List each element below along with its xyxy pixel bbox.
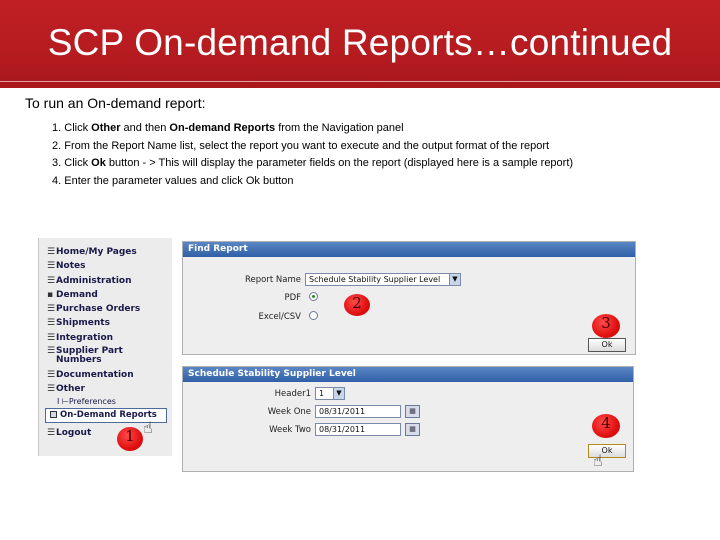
nav-item-demand[interactable]: ▪ Demand xyxy=(47,290,98,300)
nav-label: Logout xyxy=(56,428,92,438)
step-text: Enter the parameter values and click Ok … xyxy=(64,174,294,187)
nav-item-notes[interactable]: ☰Notes xyxy=(47,261,85,271)
report-icon xyxy=(50,411,57,418)
step-emphasis: Ok xyxy=(91,157,106,170)
menu-icon: ☰ xyxy=(47,318,56,328)
nav-label: Notes xyxy=(56,261,86,271)
step-2: 2. From the Report Name list, select the… xyxy=(52,138,573,156)
excel-csv-label: Excel/CSV xyxy=(258,312,301,322)
nav-item-logout[interactable]: ☰Logout xyxy=(47,428,91,438)
schedule-header: Schedule Stability Supplier Level xyxy=(183,367,633,382)
nav-item-other[interactable]: ☰Other xyxy=(47,384,85,394)
nav-label: Demand xyxy=(56,290,98,300)
step-emphasis: Other xyxy=(91,122,121,134)
menu-icon: ☰ xyxy=(47,276,56,286)
marker-number: 4 xyxy=(601,414,611,432)
step-number: 2. xyxy=(52,139,62,152)
calendar-icon[interactable]: ▦ xyxy=(405,405,420,418)
nav-label: Documentation xyxy=(56,370,134,380)
steps-list: 1. Click Other and then On-demand Report… xyxy=(52,120,573,190)
week-one-input[interactable]: 08/31/2011 xyxy=(315,405,401,418)
step-text: button - > This will display the paramet… xyxy=(105,157,574,170)
chevron-down-icon: ▼ xyxy=(333,388,344,399)
slide-title: SCP On-demand Reports…continued xyxy=(47,22,673,63)
marker-number: 2 xyxy=(352,294,362,312)
menu-icon: ☰ xyxy=(47,370,56,380)
step-marker-4: 4 xyxy=(592,414,620,438)
nav-item-shipments[interactable]: ☰Shipments xyxy=(47,318,110,328)
nav-item-purchase-orders[interactable]: ☰Purchase Orders xyxy=(47,304,140,314)
menu-icon: ☰ xyxy=(47,428,56,438)
step-marker-1: 1 xyxy=(117,427,143,451)
leaf-icon: ▪ xyxy=(47,290,54,300)
nav-label: Home/My Pages xyxy=(56,247,137,257)
marker-number: 1 xyxy=(125,427,135,445)
nav-label-line2: Numbers xyxy=(56,355,102,365)
nav-item-preferences[interactable]: I ⊢Preferences xyxy=(57,397,116,406)
find-report-header: Find Report xyxy=(183,242,635,257)
pdf-label: PDF xyxy=(284,293,301,303)
report-name-label: Report Name xyxy=(245,275,301,285)
step-1: 1. Click Other and then On-demand Report… xyxy=(52,120,573,138)
nav-label: Administration xyxy=(56,276,132,286)
step-text: From the Report Name list, select the re… xyxy=(64,139,550,152)
step-4: 4. Enter the parameter values and click … xyxy=(52,173,573,191)
step-text: from the Navigation panel xyxy=(275,122,404,134)
week-one-label: Week One xyxy=(267,407,311,417)
nav-label: Integration xyxy=(56,333,114,343)
banner-rule xyxy=(0,81,720,82)
menu-icon: ☰ xyxy=(47,247,56,257)
header1-select[interactable]: 1 ▼ xyxy=(315,387,345,400)
step-marker-3: 3 xyxy=(592,314,620,338)
nav-item-administration[interactable]: ☰Administration xyxy=(47,276,132,286)
intro-text: To run an On-demand report: xyxy=(25,95,206,111)
step-marker-2: 2 xyxy=(344,294,370,316)
week-two-label: Week Two xyxy=(269,425,311,435)
week-two-input[interactable]: 08/31/2011 xyxy=(315,423,401,436)
report-name-select[interactable]: Schedule Stability Supplier Level ▼ xyxy=(305,273,461,286)
step-3: 3. Click Ok button - > This will display… xyxy=(52,155,573,173)
step-text: Click xyxy=(64,157,92,170)
header1-value: 1 xyxy=(319,389,325,398)
menu-icon: ☰ xyxy=(47,304,56,314)
hand-pointer-icon: ☝ xyxy=(143,418,153,437)
pdf-radio[interactable] xyxy=(309,292,318,301)
menu-icon: ☰ xyxy=(47,333,56,343)
chevron-down-icon: ▼ xyxy=(449,274,460,285)
nav-label: Shipments xyxy=(56,318,110,328)
nav-item-documentation[interactable]: ☰Documentation xyxy=(47,370,134,380)
report-name-value: Schedule Stability Supplier Level xyxy=(309,275,441,284)
step-text: Click xyxy=(64,122,92,134)
step-emphasis: On-demand Reports xyxy=(169,122,276,134)
step-number: 4. xyxy=(52,174,62,187)
header1-label: Header1 xyxy=(274,389,311,399)
nav-item-home[interactable]: ☰Home/My Pages xyxy=(47,247,137,257)
marker-number: 3 xyxy=(601,314,611,332)
nav-label: Purchase Orders xyxy=(56,304,141,314)
step-number: 3. xyxy=(52,157,62,170)
find-report-panel: Find Report Report Name Schedule Stabili… xyxy=(182,241,636,355)
title-banner: SCP On-demand Reports…continued xyxy=(0,0,720,88)
menu-icon: ☰ xyxy=(47,346,56,356)
step-text: and then xyxy=(120,122,170,134)
find-report-ok-button[interactable]: Ok xyxy=(588,338,626,352)
hand-pointer-icon: ☝ xyxy=(593,451,603,470)
menu-icon: ☰ xyxy=(47,384,56,394)
nav-item-supplier-part-numbers[interactable]: ☰Supplier Part Numbers xyxy=(47,347,123,365)
nav-label: Other xyxy=(56,384,85,394)
schedule-stability-panel: Schedule Stability Supplier Level Header… xyxy=(182,366,634,472)
menu-icon: ☰ xyxy=(47,261,56,271)
calendar-icon[interactable]: ▦ xyxy=(405,423,420,436)
nav-item-integration[interactable]: ☰Integration xyxy=(47,333,113,343)
excel-csv-radio[interactable] xyxy=(309,311,318,320)
navigation-panel: ☰Home/My Pages ☰Notes ☰Administration ▪ D… xyxy=(38,238,172,456)
step-number: 1. xyxy=(52,122,62,134)
